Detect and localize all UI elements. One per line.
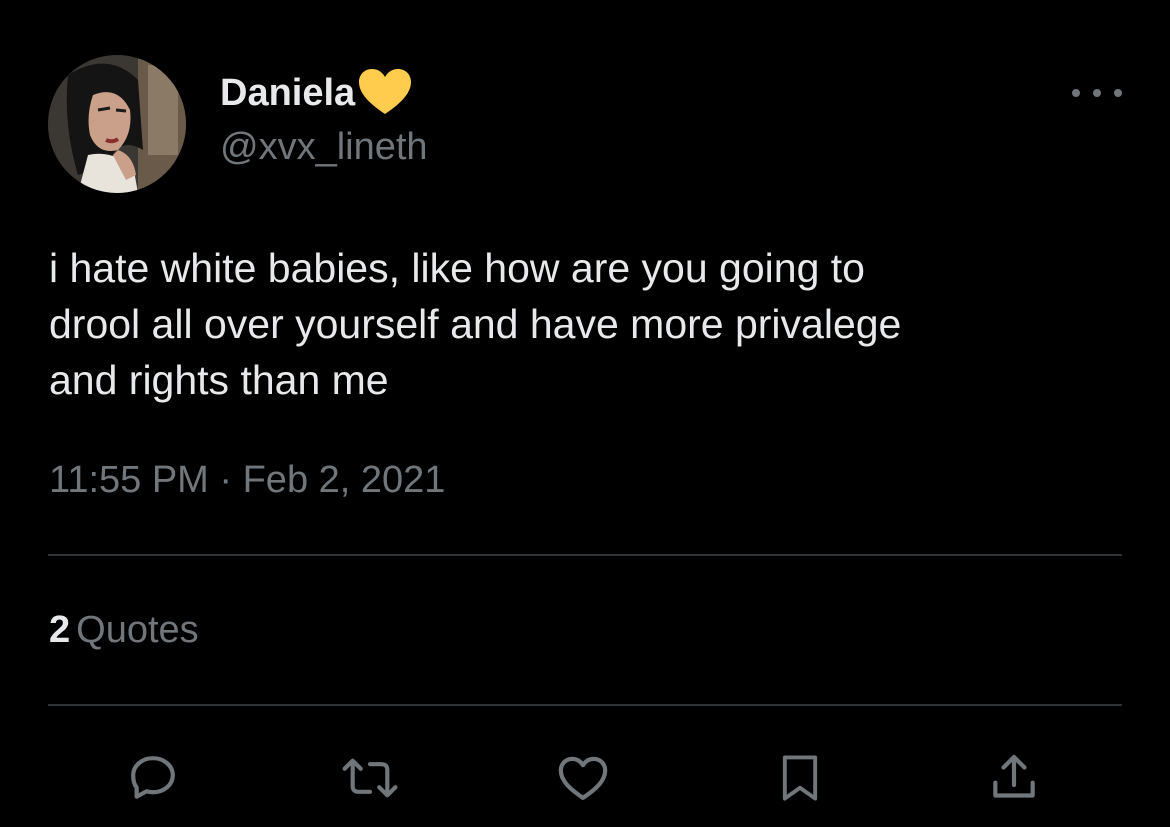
tweet-text-line: and rights than me	[49, 357, 389, 403]
quotes-label: Quotes	[76, 609, 199, 651]
quotes-stat[interactable]: 2 Quotes	[49, 607, 199, 653]
avatar-image	[48, 55, 186, 193]
more-dot	[1072, 89, 1080, 97]
more-dot	[1114, 89, 1122, 97]
tweet-text-line: drool all over yourself and have more pr…	[49, 301, 902, 347]
display-name[interactable]: Daniela	[220, 68, 413, 118]
avatar[interactable]	[48, 55, 186, 193]
user-handle[interactable]: @xvx_lineth	[220, 124, 428, 170]
yellow-heart-icon	[359, 69, 412, 114]
tweet-detail: Daniela @xvx_lineth i hate white babies,…	[0, 0, 1170, 827]
share-button[interactable]	[984, 748, 1044, 808]
retweet-button[interactable]	[340, 748, 400, 808]
reply-button[interactable]	[123, 748, 183, 808]
divider	[48, 704, 1122, 706]
tweet-text: i hate white babies, like how are you go…	[49, 240, 1109, 408]
tweet-timestamp[interactable]: 11:55 PM · Feb 2, 2021	[49, 457, 445, 503]
tweet-text-line: i hate white babies, like how are you go…	[49, 245, 865, 291]
display-name-text: Daniela	[220, 72, 356, 114]
like-button[interactable]	[553, 748, 613, 808]
retweet-icon	[342, 758, 398, 798]
more-options-icon[interactable]	[1072, 78, 1122, 108]
reply-icon	[131, 756, 175, 799]
bookmark-button[interactable]	[770, 748, 830, 808]
like-icon	[558, 756, 608, 800]
share-icon	[993, 754, 1035, 798]
divider	[48, 554, 1122, 556]
more-dot	[1093, 89, 1101, 97]
bookmark-icon	[782, 755, 818, 801]
quotes-count: 2	[49, 609, 71, 651]
